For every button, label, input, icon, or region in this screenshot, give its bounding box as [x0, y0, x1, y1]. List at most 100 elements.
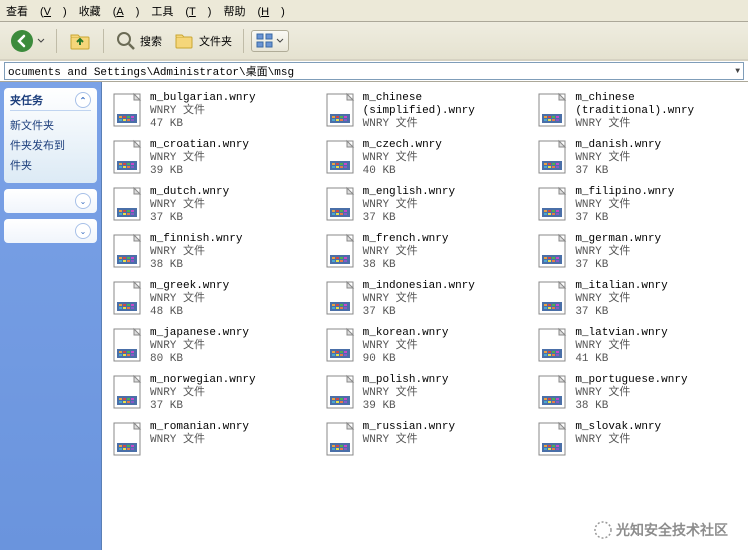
file-type: WNRY 文件 — [575, 152, 661, 165]
file-name: m_finnish.wnry — [150, 233, 242, 246]
file-info: m_italian.wnry WNRY 文件 37 KB — [575, 280, 667, 319]
file-type: WNRY 文件 — [363, 152, 442, 165]
file-item[interactable]: m_bulgarian.wnry WNRY 文件 47 KB — [110, 90, 315, 133]
file-name: m_french.wnry — [363, 233, 449, 246]
file-icon — [112, 374, 144, 410]
file-icon — [112, 327, 144, 363]
file-info: m_czech.wnry WNRY 文件 40 KB — [363, 139, 442, 178]
file-type: WNRY 文件 — [150, 293, 229, 306]
file-name: m_italian.wnry — [575, 280, 667, 293]
file-item[interactable]: m_latvian.wnry WNRY 文件 41 KB — [535, 325, 740, 368]
file-type: WNRY 文件 — [150, 199, 229, 212]
file-item[interactable]: m_finnish.wnry WNRY 文件 38 KB — [110, 231, 315, 274]
file-item[interactable]: m_japanese.wnry WNRY 文件 80 KB — [110, 325, 315, 368]
menu-view[interactable]: 查看(V) — [6, 3, 67, 19]
tasks-panel: 夹任务 ⌃ 新文件夹 件夹发布到 件夹 — [4, 88, 97, 183]
file-size: 38 KB — [575, 400, 687, 413]
file-item[interactable]: m_greek.wnry WNRY 文件 48 KB — [110, 278, 315, 321]
file-info: m_portuguese.wnry WNRY 文件 38 KB — [575, 374, 687, 413]
file-info: m_dutch.wnry WNRY 文件 37 KB — [150, 186, 229, 225]
file-item[interactable]: m_german.wnry WNRY 文件 37 KB — [535, 231, 740, 274]
file-type: WNRY 文件 — [575, 293, 667, 306]
file-grid: m_bulgarian.wnry WNRY 文件 47 KB m_chinese… — [110, 90, 740, 459]
file-item[interactable]: m_chinese (traditional).wnry WNRY 文件 — [535, 90, 740, 133]
task-share[interactable]: 件夹 — [10, 155, 91, 175]
file-size: 39 KB — [363, 400, 449, 413]
file-item[interactable]: m_italian.wnry WNRY 文件 37 KB — [535, 278, 740, 321]
chevron-down-icon[interactable]: ▼ — [735, 67, 740, 76]
file-item[interactable]: m_filipino.wnry WNRY 文件 37 KB — [535, 184, 740, 227]
file-item[interactable]: m_russian.wnry WNRY 文件 — [323, 419, 528, 459]
file-item[interactable]: m_slovak.wnry WNRY 文件 — [535, 419, 740, 459]
file-type: WNRY 文件 — [150, 434, 249, 447]
file-name: m_norwegian.wnry — [150, 374, 256, 387]
views-button[interactable] — [251, 30, 289, 52]
file-info: m_slovak.wnry WNRY 文件 — [575, 421, 661, 447]
file-icon — [112, 280, 144, 316]
file-name: m_chinese (traditional).wnry — [575, 92, 738, 118]
file-item[interactable]: m_danish.wnry WNRY 文件 37 KB — [535, 137, 740, 180]
file-item[interactable]: m_czech.wnry WNRY 文件 40 KB — [323, 137, 528, 180]
file-size: 39 KB — [150, 165, 249, 178]
menu-favorites[interactable]: 收藏(A) — [79, 3, 140, 19]
file-type: WNRY 文件 — [363, 293, 475, 306]
search-button[interactable]: 搜索 — [111, 28, 166, 54]
file-name: m_danish.wnry — [575, 139, 661, 152]
file-name: m_english.wnry — [363, 186, 455, 199]
file-info: m_danish.wnry WNRY 文件 37 KB — [575, 139, 661, 178]
menu-help[interactable]: 帮助(H) — [223, 3, 284, 19]
file-size: 47 KB — [150, 118, 256, 131]
file-name: m_latvian.wnry — [575, 327, 667, 340]
file-icon — [537, 92, 569, 128]
file-item[interactable]: m_english.wnry WNRY 文件 37 KB — [323, 184, 528, 227]
expand-icon[interactable]: ⌄ — [75, 193, 91, 209]
tasks-header[interactable]: 夹任务 ⌃ — [10, 92, 91, 111]
address-input[interactable]: ocuments and Settings\Administrator\桌面\m… — [4, 62, 744, 80]
file-item[interactable]: m_polish.wnry WNRY 文件 39 KB — [323, 372, 528, 415]
address-path: ocuments and Settings\Administrator\桌面\m… — [8, 63, 294, 79]
file-item[interactable]: m_chinese (simplified).wnry WNRY 文件 — [323, 90, 528, 133]
file-item[interactable]: m_indonesian.wnry WNRY 文件 37 KB — [323, 278, 528, 321]
file-icon — [325, 421, 357, 457]
file-size: 41 KB — [575, 353, 667, 366]
file-item[interactable]: m_portuguese.wnry WNRY 文件 38 KB — [535, 372, 740, 415]
file-item[interactable]: m_dutch.wnry WNRY 文件 37 KB — [110, 184, 315, 227]
file-info: m_filipino.wnry WNRY 文件 37 KB — [575, 186, 674, 225]
file-item[interactable]: m_croatian.wnry WNRY 文件 39 KB — [110, 137, 315, 180]
menu-tools[interactable]: 工具(T) — [151, 3, 211, 19]
file-info: m_german.wnry WNRY 文件 37 KB — [575, 233, 661, 272]
file-name: m_polish.wnry — [363, 374, 449, 387]
chevron-down-icon — [37, 37, 45, 45]
folders-button[interactable]: 文件夹 — [170, 28, 236, 54]
file-type: WNRY 文件 — [575, 340, 667, 353]
task-new-folder[interactable]: 新文件夹 — [10, 115, 91, 135]
panel-collapsed-2[interactable]: ⌄ — [4, 219, 97, 243]
expand-icon[interactable]: ⌄ — [75, 223, 91, 239]
address-bar: ocuments and Settings\Administrator\桌面\m… — [0, 60, 748, 82]
file-size: 48 KB — [150, 306, 229, 319]
file-item[interactable]: m_french.wnry WNRY 文件 38 KB — [323, 231, 528, 274]
file-name: m_greek.wnry — [150, 280, 229, 293]
task-publish[interactable]: 件夹发布到 — [10, 135, 91, 155]
file-type: WNRY 文件 — [363, 199, 455, 212]
file-info: m_korean.wnry WNRY 文件 90 KB — [363, 327, 449, 366]
file-icon — [325, 92, 357, 128]
file-size: 37 KB — [575, 306, 667, 319]
file-item[interactable]: m_norwegian.wnry WNRY 文件 37 KB — [110, 372, 315, 415]
file-name: m_russian.wnry — [363, 421, 455, 434]
file-type: WNRY 文件 — [150, 152, 249, 165]
panel-collapsed-1[interactable]: ⌄ — [4, 189, 97, 213]
file-type: WNRY 文件 — [150, 340, 249, 353]
file-item[interactable]: m_korean.wnry WNRY 文件 90 KB — [323, 325, 528, 368]
file-item[interactable]: m_romanian.wnry WNRY 文件 — [110, 419, 315, 459]
up-button[interactable] — [64, 27, 96, 55]
views-icon — [256, 33, 274, 49]
folders-icon — [174, 30, 196, 52]
file-size: 37 KB — [575, 259, 661, 272]
file-info: m_polish.wnry WNRY 文件 39 KB — [363, 374, 449, 413]
file-size: 38 KB — [150, 259, 242, 272]
file-size: 37 KB — [363, 306, 475, 319]
collapse-icon[interactable]: ⌃ — [75, 92, 91, 108]
file-icon — [537, 327, 569, 363]
back-button[interactable] — [6, 27, 49, 55]
